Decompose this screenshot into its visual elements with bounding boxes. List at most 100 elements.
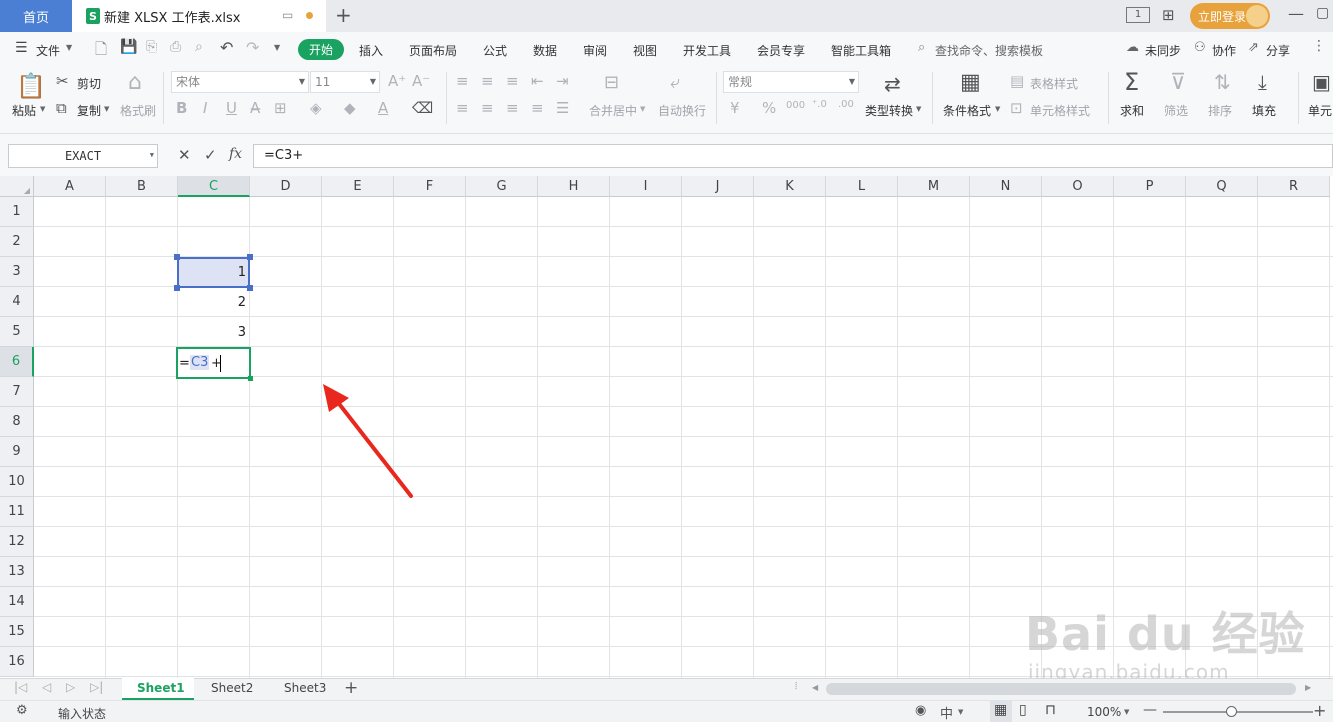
- normal-view-icon[interactable]: ▦: [994, 702, 1007, 718]
- sum-button[interactable]: 求和: [1120, 102, 1144, 119]
- border-icon[interactable]: ⊞: [274, 99, 287, 117]
- center-view-icon[interactable]: 中: [940, 703, 953, 722]
- cell-style-button[interactable]: 单元格样式: [1030, 102, 1090, 119]
- italic-icon[interactable]: I: [203, 99, 207, 117]
- merge-center-button[interactable]: 合并居中: [589, 102, 637, 119]
- column-header-d[interactable]: D: [250, 176, 322, 197]
- name-box[interactable]: EXACT ▼: [8, 144, 158, 168]
- row-header-2[interactable]: 2: [0, 227, 34, 257]
- column-header-a[interactable]: A: [34, 176, 106, 197]
- tab-member[interactable]: 会员专享: [757, 42, 805, 59]
- last-sheet-icon[interactable]: ▷|: [90, 680, 103, 694]
- print-icon[interactable]: ⎙: [170, 39, 181, 55]
- command-search-input[interactable]: 查找命令、搜索模板: [935, 42, 1043, 59]
- ref-handle[interactable]: [247, 285, 253, 291]
- align-top-icon[interactable]: ≡: [456, 72, 469, 90]
- eye-protection-icon[interactable]: ◉: [915, 703, 926, 718]
- select-all-corner[interactable]: ◢: [0, 176, 34, 197]
- row-header-4[interactable]: 4: [0, 287, 34, 317]
- macro-icon[interactable]: ⚙: [16, 703, 28, 718]
- page-break-view-icon[interactable]: ⊓: [1045, 702, 1056, 718]
- bucket-icon[interactable]: ◆: [344, 99, 356, 117]
- page-layout-view-icon[interactable]: ▯: [1019, 702, 1027, 718]
- align-center-icon[interactable]: ≡: [481, 99, 494, 117]
- sort-button[interactable]: 排序: [1208, 102, 1232, 119]
- column-header-j[interactable]: J: [682, 176, 754, 197]
- row-header-12[interactable]: 12: [0, 527, 34, 557]
- decrease-decimal-icon[interactable]: .00: [838, 99, 854, 110]
- cancel-icon[interactable]: ✕: [178, 146, 191, 164]
- paste-button[interactable]: 粘贴: [12, 102, 36, 119]
- print-preview-icon[interactable]: ⌕: [195, 39, 203, 55]
- tab-home[interactable]: 开始: [298, 39, 344, 60]
- align-left-icon[interactable]: ≡: [456, 99, 469, 117]
- formula-input[interactable]: =C3+: [253, 144, 1333, 168]
- thousands-icon[interactable]: 000: [786, 100, 805, 111]
- type-convert-button[interactable]: 类型转换: [865, 102, 913, 119]
- column-header-r[interactable]: R: [1258, 176, 1330, 197]
- sync-status[interactable]: 未同步: [1145, 42, 1181, 59]
- ref-handle[interactable]: [247, 254, 253, 260]
- row-header-15[interactable]: 15: [0, 617, 34, 647]
- strikethrough-icon[interactable]: A̶: [250, 99, 260, 117]
- cell-button[interactable]: 单元: [1308, 102, 1332, 119]
- column-header-i[interactable]: I: [610, 176, 682, 197]
- column-header-k[interactable]: K: [754, 176, 826, 197]
- row-header-10[interactable]: 10: [0, 467, 34, 497]
- first-sheet-icon[interactable]: |◁: [14, 680, 27, 694]
- row-header-11[interactable]: 11: [0, 497, 34, 527]
- row-header-8[interactable]: 8: [0, 407, 34, 437]
- sheet-tab-3[interactable]: Sheet3: [284, 681, 326, 695]
- column-header-p[interactable]: P: [1114, 176, 1186, 197]
- column-header-b[interactable]: B: [106, 176, 178, 197]
- tab-formulas[interactable]: 公式: [483, 42, 507, 59]
- share-button[interactable]: 分享: [1266, 42, 1290, 59]
- align-right-icon[interactable]: ≡: [506, 99, 519, 117]
- format-painter-button[interactable]: 格式刷: [120, 102, 156, 119]
- save-icon[interactable]: 💾: [120, 39, 137, 55]
- zoom-in-icon[interactable]: +: [1313, 701, 1326, 720]
- underline-icon[interactable]: U: [226, 99, 237, 117]
- zoom-slider[interactable]: [1163, 711, 1313, 713]
- ref-handle[interactable]: [174, 254, 180, 260]
- cell-c4[interactable]: 2: [180, 295, 246, 310]
- new-doc-icon[interactable]: 🗋: [95, 39, 107, 64]
- eraser-icon[interactable]: ⌫: [412, 99, 433, 117]
- tab-developer[interactable]: 开发工具: [683, 42, 731, 59]
- tab-insert[interactable]: 插入: [359, 42, 383, 59]
- distribute-icon[interactable]: ☰: [556, 99, 569, 117]
- scroll-right-icon[interactable]: ▶: [1305, 683, 1311, 692]
- fill-button[interactable]: 填充: [1252, 102, 1276, 119]
- more-options-icon[interactable]: ⋮: [1312, 38, 1326, 54]
- split-handle-icon[interactable]: ⦙: [795, 681, 797, 692]
- paste-icon[interactable]: 📋: [16, 72, 46, 100]
- fill-handle[interactable]: [248, 376, 253, 381]
- align-middle-icon[interactable]: ≡: [481, 72, 494, 90]
- tab-data[interactable]: 数据: [533, 42, 557, 59]
- minimize-icon[interactable]: —: [1288, 4, 1304, 23]
- undo-icon[interactable]: ↶: [220, 38, 233, 57]
- row-header-16[interactable]: 16: [0, 647, 34, 677]
- conditional-format-button[interactable]: 条件格式: [943, 102, 991, 119]
- export-icon[interactable]: ⎘: [146, 39, 157, 55]
- indent-decrease-icon[interactable]: ⇤: [531, 72, 544, 90]
- font-name-select[interactable]: 宋体 ▼: [171, 71, 309, 93]
- tab-page-layout[interactable]: 页面布局: [409, 42, 457, 59]
- sheet-tab-2[interactable]: Sheet2: [211, 681, 253, 695]
- active-cell-c6[interactable]: = C3 +: [176, 347, 253, 381]
- tab-review[interactable]: 审阅: [583, 42, 607, 59]
- next-sheet-icon[interactable]: ▷: [66, 680, 75, 694]
- confirm-icon[interactable]: ✓: [204, 146, 217, 164]
- tab-smart-toolbox[interactable]: 智能工具箱: [831, 42, 891, 59]
- copy-button[interactable]: 复制: [77, 102, 101, 119]
- prev-sheet-icon[interactable]: ◁: [42, 680, 51, 694]
- column-header-h[interactable]: H: [538, 176, 610, 197]
- currency-icon[interactable]: ¥: [730, 99, 740, 117]
- increase-decimal-icon[interactable]: ⁺.0: [812, 99, 827, 110]
- row-header-14[interactable]: 14: [0, 587, 34, 617]
- new-tab-button[interactable]: +: [335, 3, 352, 27]
- collaborate-button[interactable]: 协作: [1212, 42, 1236, 59]
- row-header-7[interactable]: 7: [0, 377, 34, 407]
- file-menu[interactable]: 文件: [36, 42, 60, 59]
- row-header-3[interactable]: 3: [0, 257, 34, 287]
